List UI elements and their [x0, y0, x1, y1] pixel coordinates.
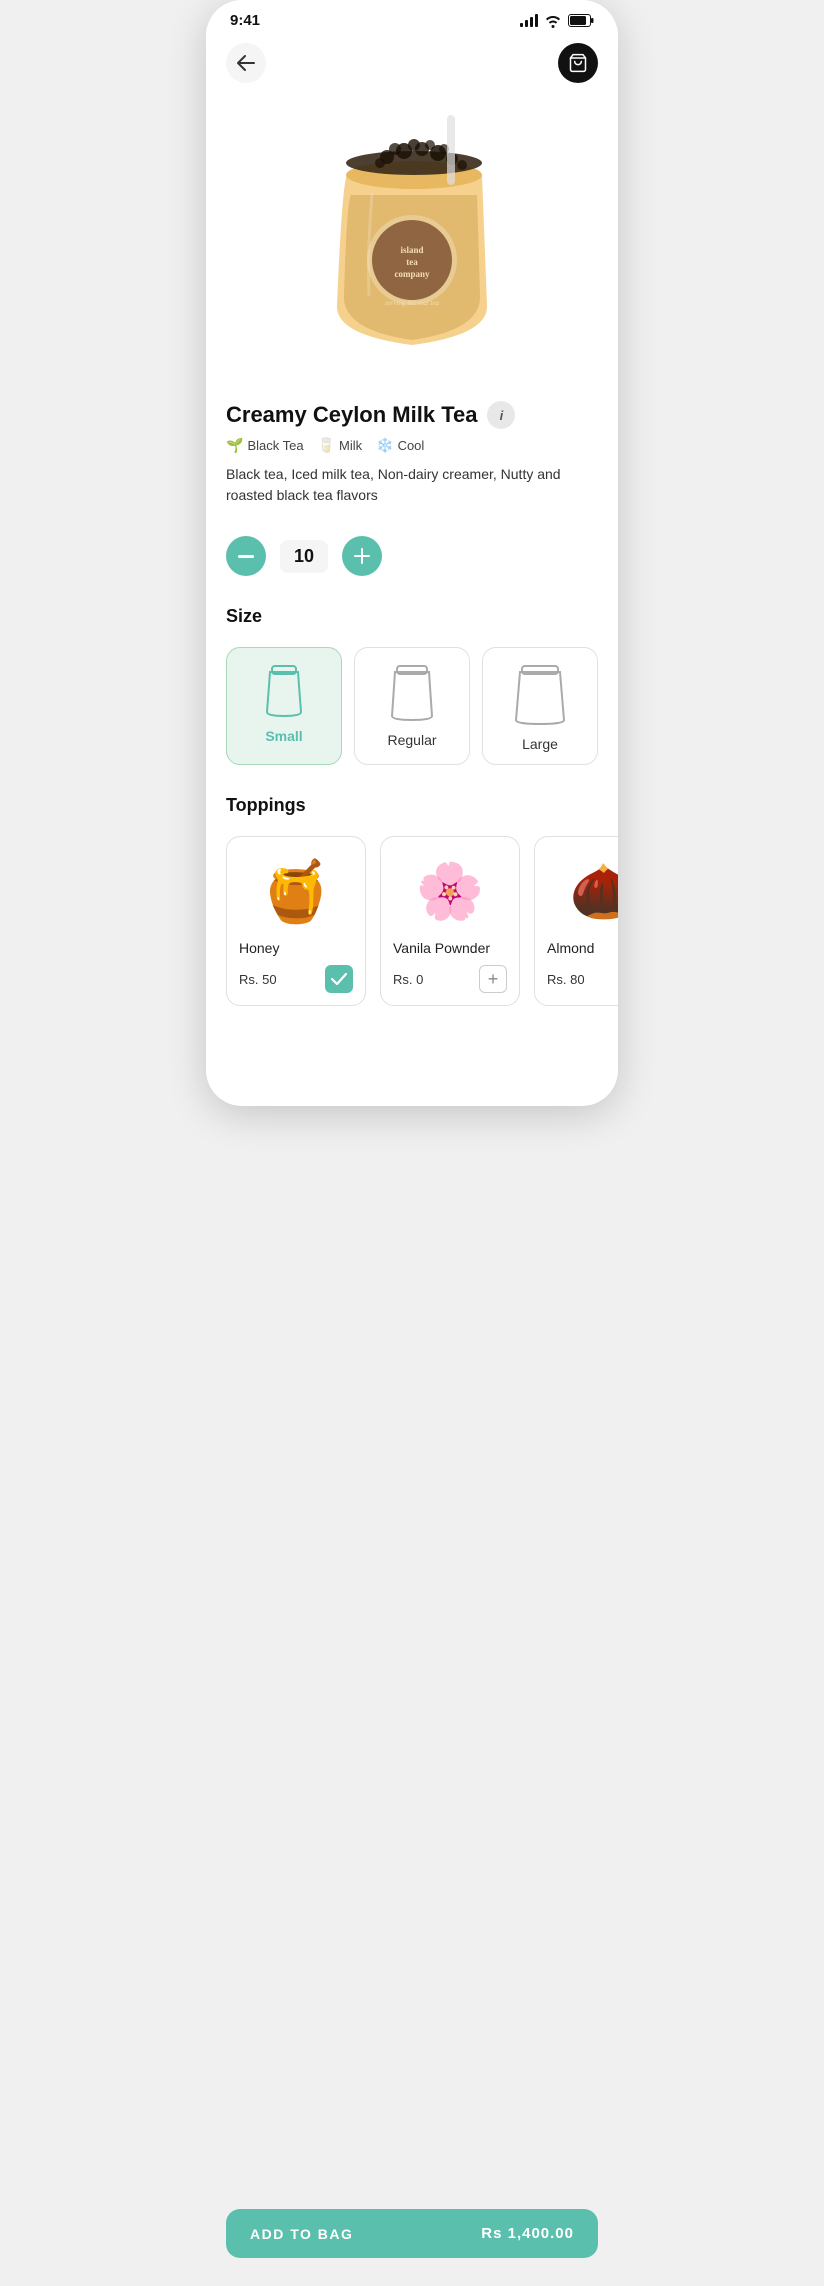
- milk-icon: 🥛: [318, 437, 335, 454]
- tag-milk: 🥛 Milk: [318, 437, 363, 454]
- almond-name: Almond: [547, 939, 594, 957]
- size-regular-label: Regular: [387, 732, 436, 748]
- toppings-title: Toppings: [226, 795, 598, 816]
- svg-text:company: company: [394, 269, 430, 279]
- toppings-scroll[interactable]: 🍯 Honey Rs. 50 🌸 Vanila Pownder Rs. 0 +: [206, 836, 618, 1106]
- tag-black-tea-label: Black Tea: [247, 438, 303, 453]
- size-section: Size: [206, 596, 618, 647]
- status-bar: 9:41: [206, 0, 618, 35]
- vanilla-add-button[interactable]: +: [479, 965, 507, 993]
- hero-section: island tea company serving the real tea: [206, 95, 618, 385]
- toppings-section: Toppings: [206, 785, 618, 836]
- status-time: 9:41: [230, 12, 260, 29]
- size-title: Size: [226, 606, 598, 627]
- regular-cup-icon: [387, 664, 437, 724]
- honey-price: Rs. 50: [239, 972, 277, 987]
- back-button[interactable]: [226, 43, 266, 83]
- quantity-row: 10: [206, 532, 618, 596]
- topping-honey[interactable]: 🍯 Honey Rs. 50: [226, 836, 366, 1006]
- product-title: Creamy Ceylon Milk Tea: [226, 402, 477, 428]
- topping-almond[interactable]: 🌰 Almond Rs. 80 +: [534, 836, 618, 1006]
- quantity-value: 10: [280, 540, 328, 573]
- info-button[interactable]: i: [487, 401, 515, 429]
- cool-icon: ❄️: [376, 437, 393, 454]
- product-description: Black tea, Iced milk tea, Non-dairy crea…: [226, 464, 598, 506]
- honey-image: 🍯: [239, 851, 353, 931]
- vanilla-image: 🌸: [393, 851, 507, 931]
- size-small-label: Small: [265, 728, 302, 744]
- tags-row: 🌱 Black Tea 🥛 Milk ❄️ Cool: [226, 437, 598, 454]
- svg-text:tea: tea: [406, 257, 418, 267]
- honey-price-row: Rs. 50: [239, 965, 353, 993]
- vanilla-price-row: Rs. 0 +: [393, 965, 507, 993]
- honey-check: [325, 965, 353, 993]
- bag-button[interactable]: [558, 43, 598, 83]
- title-row: Creamy Ceylon Milk Tea i: [226, 401, 598, 429]
- size-large[interactable]: Large: [482, 647, 598, 765]
- tag-black-tea: 🌱 Black Tea: [226, 437, 304, 454]
- vanilla-price: Rs. 0: [393, 972, 423, 987]
- small-cup-icon: [262, 664, 306, 720]
- size-small[interactable]: Small: [226, 647, 342, 765]
- tag-cool: ❄️ Cool: [376, 437, 424, 454]
- decrease-qty-button[interactable]: [226, 536, 266, 576]
- tag-milk-label: Milk: [339, 438, 362, 453]
- vanilla-name: Vanila Pownder: [393, 939, 490, 957]
- status-icons: [520, 14, 594, 28]
- wifi-icon: [544, 14, 562, 28]
- almond-price-row: Rs. 80 +: [547, 965, 618, 993]
- honey-name: Honey: [239, 939, 279, 957]
- topping-vanilla[interactable]: 🌸 Vanila Pownder Rs. 0 +: [380, 836, 520, 1006]
- almond-image: 🌰: [547, 851, 618, 931]
- svg-text:island: island: [400, 245, 423, 255]
- signal-icon: [520, 14, 538, 27]
- battery-icon: [568, 14, 594, 27]
- almond-price: Rs. 80: [547, 972, 585, 987]
- size-options: Small Regular Large: [206, 647, 618, 785]
- svg-text:serving the real tea: serving the real tea: [385, 299, 439, 307]
- size-regular[interactable]: Regular: [354, 647, 470, 765]
- large-cup-icon: [512, 664, 568, 728]
- product-image: island tea company serving the real tea: [302, 105, 522, 365]
- product-info: Creamy Ceylon Milk Tea i 🌱 Black Tea 🥛 M…: [206, 385, 618, 532]
- increase-qty-button[interactable]: [342, 536, 382, 576]
- tag-cool-label: Cool: [398, 438, 425, 453]
- black-tea-icon: 🌱: [226, 437, 243, 454]
- phone-container: 9:41: [206, 0, 618, 1106]
- top-nav: [206, 35, 618, 95]
- size-large-label: Large: [522, 736, 558, 752]
